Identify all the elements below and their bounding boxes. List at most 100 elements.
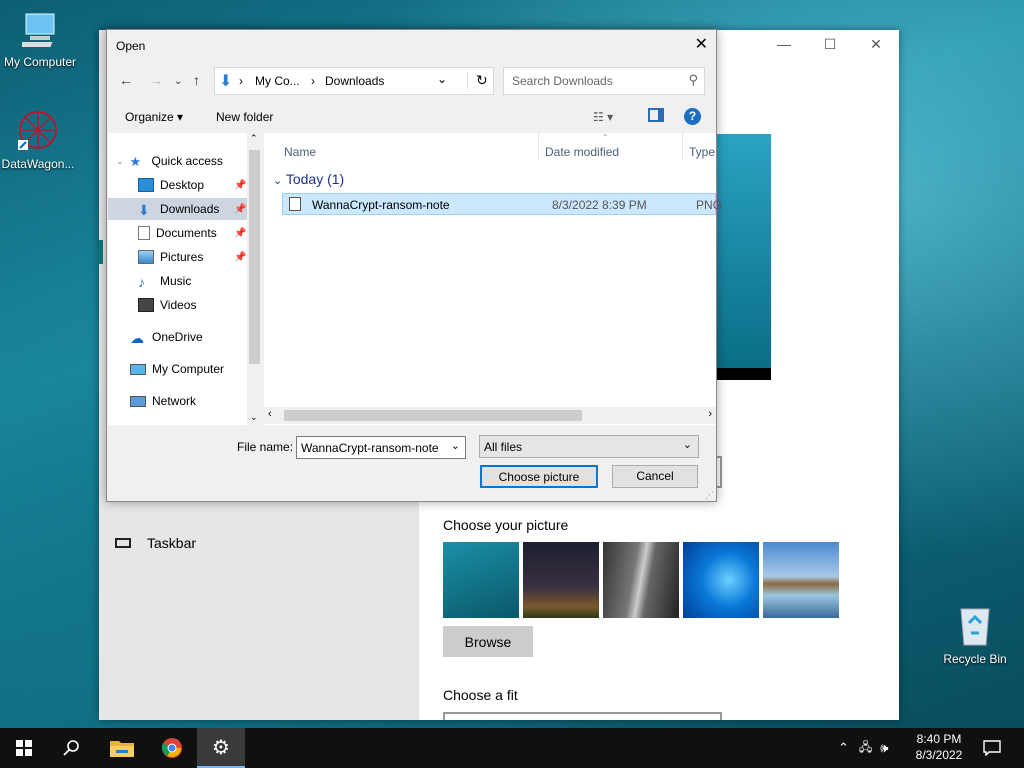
breadcrumb-separator: › xyxy=(311,74,315,88)
nav-scrollbar-thumb[interactable] xyxy=(249,150,260,364)
horizontal-scrollbar-thumb[interactable] xyxy=(284,410,582,421)
nav-item-downloads[interactable]: ⬇ Downloads 📌 xyxy=(108,198,248,220)
column-divider[interactable] xyxy=(682,133,683,161)
star-icon: ★ xyxy=(129,154,142,169)
background-preview xyxy=(715,134,771,380)
file-type: PNG xyxy=(696,198,723,212)
close-button[interactable]: ✕ xyxy=(853,36,899,53)
file-name-field[interactable]: WannaCrypt-ransom-note xyxy=(301,441,439,455)
address-bar[interactable]: ⬇ › My Co... › Downloads ⌄ ↻ xyxy=(214,67,494,95)
datawagon-logo-icon xyxy=(0,108,78,155)
forward-arrow-icon[interactable]: → xyxy=(149,72,163,88)
thumbnail-night-sky[interactable] xyxy=(523,542,599,618)
desktop-icon-my-computer[interactable]: My Computer xyxy=(0,10,80,69)
thumbnail-windows[interactable] xyxy=(683,542,759,618)
desktop-folder-icon xyxy=(138,178,154,192)
minimize-button[interactable]: — xyxy=(761,36,807,52)
start-button[interactable] xyxy=(0,728,48,768)
folder-icon xyxy=(110,741,134,757)
file-date: 8/3/2022 8:39 PM xyxy=(552,198,647,212)
scroll-up-icon[interactable]: ⌃ xyxy=(250,133,258,144)
file-explorer-button[interactable] xyxy=(98,728,146,768)
settings-taskbar-button[interactable]: ⚙ xyxy=(197,728,245,768)
column-header-name[interactable]: Name xyxy=(284,145,316,159)
search-box[interactable]: Search Downloads ⚲ xyxy=(503,67,705,95)
choose-picture-heading: Choose your picture xyxy=(443,517,569,533)
windows-logo-icon xyxy=(16,740,32,756)
file-type-value: All files xyxy=(484,440,523,454)
thumbnail-underwater[interactable] xyxy=(443,542,519,618)
music-folder-icon: ♪ xyxy=(138,274,145,290)
videos-folder-icon xyxy=(138,298,154,312)
computer-icon xyxy=(130,363,146,375)
organize-menu[interactable]: Organize ▾ xyxy=(125,110,183,124)
breadcrumb-my-computer[interactable]: My Co... xyxy=(255,74,300,88)
chevron-down-icon: ⌄ xyxy=(273,175,283,187)
notification-icon xyxy=(983,740,1001,756)
scroll-down-icon[interactable]: ⌄ xyxy=(250,412,258,423)
nav-item-quick-access[interactable]: ⌄ ★ Quick access xyxy=(116,150,256,172)
network-icon[interactable]: 🖧 xyxy=(859,738,872,759)
pin-icon: 📌 xyxy=(234,227,247,239)
scroll-right-icon[interactable]: › xyxy=(708,408,712,420)
thumbnail-beach[interactable] xyxy=(763,542,839,618)
dialog-close-button[interactable]: ✕ xyxy=(695,34,708,54)
clock-date: 8/3/2022 xyxy=(915,748,963,762)
new-folder-button[interactable]: New folder xyxy=(216,110,273,124)
column-divider[interactable] xyxy=(538,133,539,161)
volume-icon[interactable]: 🕪 xyxy=(880,740,888,756)
group-header-today[interactable]: ⌄ Today (1) xyxy=(273,171,344,187)
maximize-button[interactable]: ☐ xyxy=(807,36,853,53)
file-name: WannaCrypt-ransom-note xyxy=(312,198,450,212)
search-button[interactable] xyxy=(48,728,96,768)
up-arrow-icon[interactable]: ↑ xyxy=(193,72,200,88)
cancel-button[interactable]: Cancel xyxy=(612,465,698,488)
file-row[interactable]: WannaCrypt-ransom-note 8/3/2022 8:39 PM … xyxy=(282,193,722,215)
thumbnail-waterfall[interactable] xyxy=(603,542,679,618)
clock[interactable]: 8:40 PM 8/3/2022 xyxy=(906,731,972,763)
sidebar-accent xyxy=(99,240,103,264)
help-icon[interactable]: ? xyxy=(684,108,701,125)
address-dropdown-icon[interactable]: ⌄ xyxy=(437,72,447,86)
chevron-down-icon: ⌄ xyxy=(682,439,692,451)
scroll-left-icon[interactable]: ‹ xyxy=(268,408,272,420)
open-file-dialog: Open ✕ ← → ⌄ ↑ ⬇ › My Co... › Downloads … xyxy=(106,29,722,502)
file-list-horizontal-scrollbar[interactable]: ‹ › xyxy=(264,407,716,424)
desktop-icon-datawagon[interactable]: DataWagon... xyxy=(0,108,78,171)
view-options-icon[interactable]: ☷ ▾ xyxy=(593,110,613,124)
recycle-bin-icon xyxy=(935,603,1015,650)
column-header-type[interactable]: Type xyxy=(689,145,715,159)
clock-time: 8:40 PM xyxy=(916,732,962,746)
chevron-down-icon[interactable]: ⌄ xyxy=(451,439,460,452)
navigation-pane: ⌄ ★ Quick access Desktop 📌 ⬇ Downloads 📌… xyxy=(108,133,262,425)
file-list: Name Date modified ⌃ Type ⌄ Today (1) Wa… xyxy=(264,133,722,425)
file-name-label: File name: xyxy=(237,440,294,454)
resize-grip-icon[interactable]: ⋰ xyxy=(705,490,714,501)
chrome-button[interactable] xyxy=(148,728,196,768)
refresh-icon[interactable]: ↻ xyxy=(467,72,488,89)
search-input[interactable]: Search Downloads xyxy=(512,74,613,88)
search-icon xyxy=(63,740,79,756)
column-header-date[interactable]: Date modified xyxy=(545,145,619,159)
back-arrow-icon[interactable]: ← xyxy=(119,72,133,88)
search-icon: ⚲ xyxy=(688,72,698,87)
chevron-down-icon: ⌄ xyxy=(116,155,124,166)
file-name-combo[interactable]: WannaCrypt-ransom-note ⌄ xyxy=(296,436,466,459)
browse-button[interactable]: Browse xyxy=(443,626,533,657)
chevron-up-icon[interactable]: ⌃ xyxy=(838,740,849,756)
desktop-icon-recycle-bin[interactable]: Recycle Bin xyxy=(935,603,1015,666)
preview-pane-icon[interactable] xyxy=(648,108,664,122)
gear-icon: ⚙ xyxy=(212,736,230,759)
file-type-select[interactable]: All files ⌄ xyxy=(479,435,699,458)
network-icon xyxy=(130,395,146,407)
pin-icon: 📌 xyxy=(234,179,247,191)
notifications-button[interactable] xyxy=(968,728,1016,768)
sidebar-item-taskbar[interactable]: Taskbar xyxy=(147,535,196,551)
system-tray: ⌃ 🖧 🕪 xyxy=(838,728,889,768)
choose-picture-button[interactable]: Choose picture xyxy=(480,465,598,488)
sort-indicator-icon: ⌃ xyxy=(602,133,609,142)
fit-dropdown[interactable] xyxy=(443,712,722,720)
recent-locations-chevron-icon[interactable]: ⌄ xyxy=(174,76,182,87)
breadcrumb-downloads[interactable]: Downloads xyxy=(325,74,384,88)
taskbar: ⚙ ⌃ 🖧 🕪 8:40 PM 8/3/2022 xyxy=(0,728,1024,768)
